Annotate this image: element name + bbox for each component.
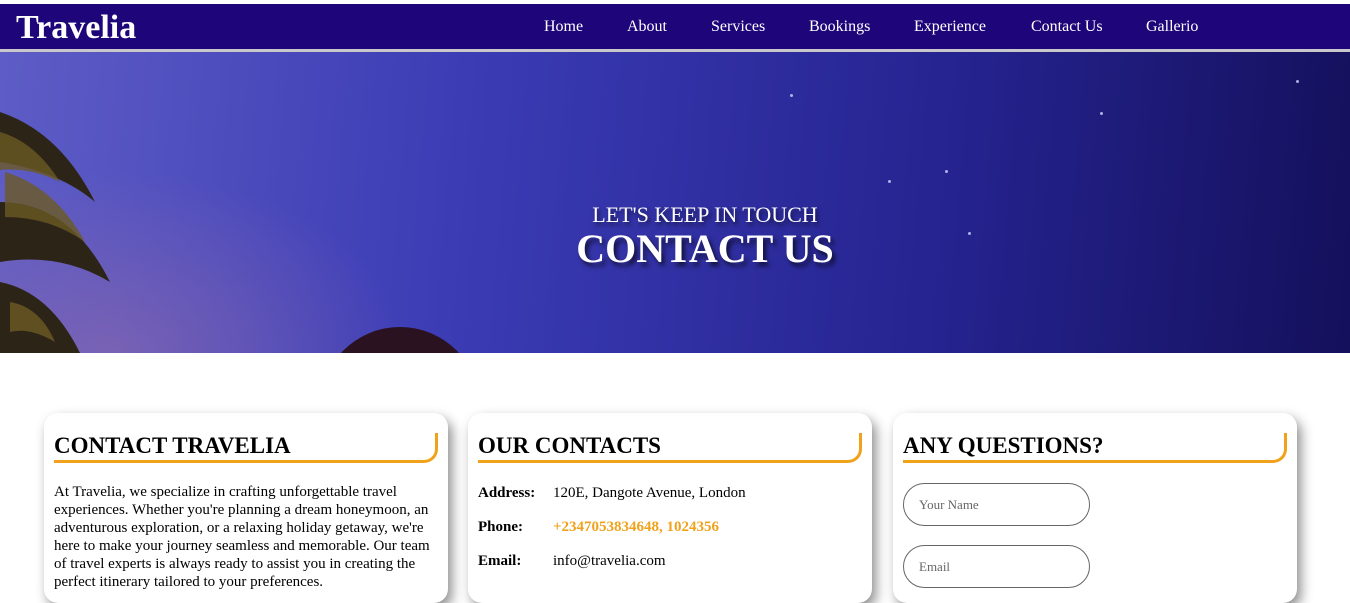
address-value: 120E, Dangote Avenue, London	[553, 485, 746, 501]
hero-title: CONTACT US	[576, 226, 834, 271]
email-label: Email:	[478, 553, 522, 569]
address-label: Address:	[478, 485, 536, 501]
about-card-text: At Travelia, we specialize in crafting u…	[54, 484, 430, 590]
nav-item-contact-us[interactable]: Contact Us	[1031, 18, 1103, 36]
questions-card: ANY QUESTIONS?	[893, 413, 1297, 603]
nav-item-gallerio[interactable]: Gallerio	[1146, 18, 1198, 36]
star-dot	[790, 94, 793, 97]
nav-item-services[interactable]: Services	[711, 18, 765, 36]
star-dot	[1100, 112, 1103, 115]
about-card-title: CONTACT TRAVELIA	[54, 433, 438, 463]
email-link[interactable]: info@travelia.com	[553, 552, 666, 570]
about-card: CONTACT TRAVELIA At Travelia, we special…	[44, 413, 448, 603]
name-input[interactable]	[903, 483, 1090, 526]
contacts-card-title: OUR CONTACTS	[478, 433, 862, 463]
hero-banner: LET'S KEEP IN TOUCH CONTACT US	[0, 52, 1350, 353]
phone-link[interactable]: +2347053834648, 1024356	[553, 518, 719, 536]
star-dot	[888, 180, 891, 183]
nav-item-experience[interactable]: Experience	[914, 18, 986, 36]
navbar: Travelia Home About Services Bookings Ex…	[0, 4, 1350, 52]
star-dot	[945, 170, 948, 173]
nav-item-home[interactable]: Home	[544, 18, 583, 36]
contacts-card: OUR CONTACTS Address: 120E, Dangote Aven…	[468, 413, 872, 603]
nav-item-about[interactable]: About	[627, 18, 667, 36]
phone-label: Phone:	[478, 519, 523, 535]
star-dot	[1296, 80, 1299, 83]
questions-card-title: ANY QUESTIONS?	[903, 433, 1287, 463]
hero-subtitle: LET'S KEEP IN TOUCH	[592, 202, 818, 227]
brand-logo[interactable]: Travelia	[16, 9, 136, 47]
dome-silhouette	[320, 327, 480, 353]
email-input[interactable]	[903, 545, 1090, 588]
nav-item-bookings[interactable]: Bookings	[809, 18, 870, 36]
